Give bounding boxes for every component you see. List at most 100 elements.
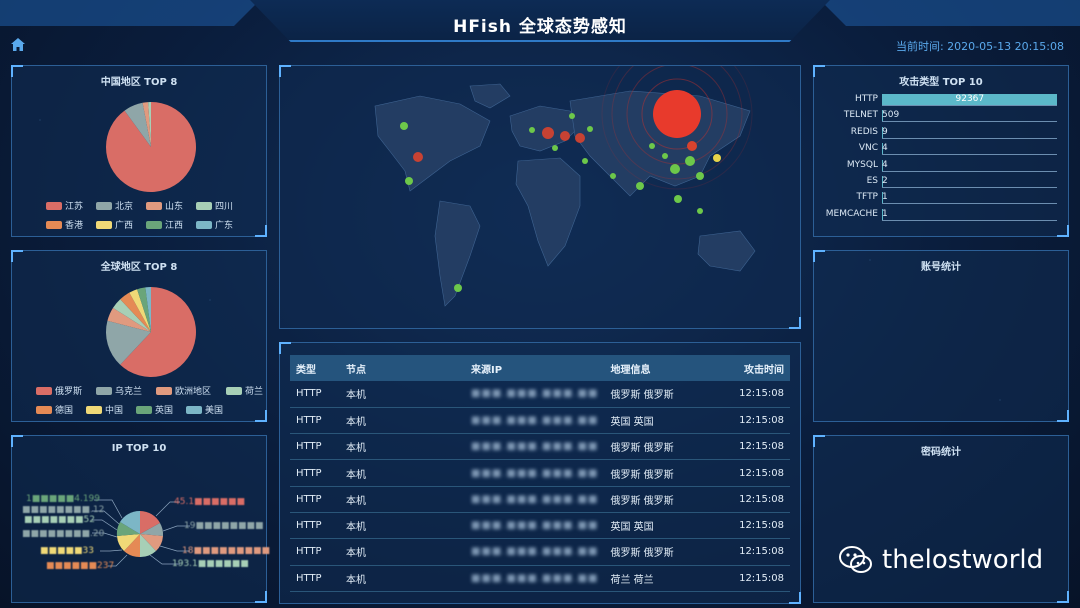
- attack-type-label: MEMCACHE: [825, 208, 878, 219]
- legend-item[interactable]: 中国: [86, 403, 128, 416]
- ip-pie-slices: [116, 510, 164, 558]
- ip-label: ■■■■■33: [40, 546, 94, 556]
- legend-row: 江苏 北京 山东 四川: [46, 199, 246, 212]
- legend-item[interactable]: 荷兰: [226, 384, 266, 397]
- attack-type-row[interactable]: TFTP 1: [814, 191, 1070, 205]
- watermark: thelostworld: [838, 544, 1043, 576]
- legend-item[interactable]: 广东: [196, 218, 238, 231]
- col-header-time[interactable]: 攻击时间: [719, 355, 790, 381]
- table-row[interactable]: HTTP 本机 ■■■.■■■.■■■.■■ 英国 英国 12:15:08: [290, 407, 790, 435]
- home-icon[interactable]: [11, 38, 25, 51]
- attack-hotspot-russia[interactable]: [653, 90, 701, 138]
- ip-label: 45.1■■■■■■: [174, 497, 246, 507]
- attack-type-axis: [882, 170, 1057, 172]
- attack-types-bar-chart: HTTP 92367 TELNET 509 REDIS 9 VNC 4 MYSQL 4 ES 2 TFT…: [814, 93, 1070, 233]
- attack-type-axis: [882, 154, 1057, 156]
- table-row[interactable]: HTTP 本机 ■■■.■■■.■■■.■■ 荷兰 荷兰 12:15:08: [290, 565, 790, 592]
- attack-type-value: 4: [882, 143, 888, 154]
- password-stats-title: 密码统计: [921, 447, 961, 458]
- attack-type-label: REDIS: [850, 126, 878, 137]
- table-row[interactable]: HTTP 本机 ■■■.■■■.■■■.■■ 俄罗斯 俄罗斯 12:15:08: [290, 459, 790, 487]
- attack-type-value: 1: [882, 208, 888, 219]
- legend-item[interactable]: 江苏: [46, 199, 88, 212]
- legend-item[interactable]: 美国: [186, 403, 228, 416]
- attack-type-value: 4: [882, 159, 888, 170]
- world-map-panel: [279, 65, 801, 329]
- ip-label: ■■■■■■237: [46, 561, 115, 571]
- table-row[interactable]: HTTP 本机 ■■■.■■■.■■■.■■ 俄罗斯 俄罗斯 12:15:08: [290, 486, 790, 513]
- ip-label: 18■■■■■■■■■: [182, 546, 270, 556]
- ip-label: 193.1■■■■■■: [172, 559, 249, 569]
- attack-log-panel: 类型 节点 来源IP 地理信息 攻击时间 HTTP 本机 ■■■.■■■.■■■.■…: [279, 342, 801, 604]
- attack-type-row[interactable]: MYSQL 4: [814, 159, 1070, 173]
- legend-item[interactable]: 俄罗斯: [36, 384, 88, 397]
- attack-type-value: 509: [882, 110, 900, 121]
- clock-label: 当前时间:: [895, 40, 944, 53]
- table-row[interactable]: HTTP 本机 ■■■.■■■.■■■.■■ 俄罗斯 俄罗斯 12:15:08: [290, 433, 790, 461]
- col-header-node[interactable]: 节点: [340, 355, 465, 381]
- account-stats-panel: 账号统计: [813, 250, 1069, 422]
- attack-type-label: TELNET: [843, 110, 878, 121]
- attack-type-axis: [882, 121, 1057, 123]
- col-header-geo[interactable]: 地理信息: [604, 355, 720, 381]
- ip-label: 1■■■■■4.199: [26, 494, 101, 504]
- wechat-icon: [839, 546, 872, 573]
- ip-label: ■■■■■■■52: [24, 515, 95, 525]
- china-top8-panel: 中国地区 TOP 8 江苏 北京 山东 四川 香港 广西 江西 广东: [11, 65, 267, 237]
- attack-type-axis: [882, 187, 1057, 188]
- ip-top10-panel: IP TOP 10 1■■■■■4.199 ■■■■■■■■.12 ■■■■■■…: [11, 435, 270, 603]
- ip-label: ■■■■■■■■.12: [22, 505, 105, 515]
- attack-type-axis: [882, 219, 1057, 221]
- north-america: [374, 95, 491, 192]
- table-row[interactable]: HTTP 本机 ■■■.■■■.■■■.■■ 俄罗斯 俄罗斯 12:15:08: [290, 381, 790, 408]
- legend-item[interactable]: 英国: [136, 403, 178, 416]
- attack-type-row[interactable]: HTTP 92367: [814, 93, 1070, 107]
- watermark-text: thelostworld: [882, 545, 1044, 575]
- legend-item[interactable]: 德国: [36, 403, 78, 416]
- attack-log-body: HTTP 本机 ■■■.■■■.■■■.■■ 俄罗斯 俄罗斯 12:15:08 HTTP…: [290, 381, 790, 592]
- clock-value: 2020-05-13 20:15:08: [947, 40, 1064, 53]
- table-row[interactable]: HTTP 本机 ■■■.■■■.■■■.■■ 英国 英国 12:15:08: [290, 512, 790, 540]
- table-row[interactable]: HTTP 本机 ■■■.■■■.■■■.■■ 俄罗斯 俄罗斯 12:15:08: [290, 538, 790, 566]
- account-stats-title: 账号统计: [921, 262, 961, 273]
- attack-type-row[interactable]: MEMCACHE 1: [814, 208, 1070, 222]
- attack-types-panel: 攻击类型 TOP 10 HTTP 92367 TELNET 509 REDIS 9 VNC 4…: [813, 65, 1069, 237]
- col-header-type[interactable]: 类型: [290, 355, 340, 381]
- attack-types-title: 攻击类型 TOP 10: [899, 77, 983, 88]
- attack-type-row[interactable]: REDIS 9: [814, 126, 1070, 140]
- world-map: [374, 66, 756, 307]
- table-header-row: 类型 节点 来源IP 地理信息 攻击时间: [290, 355, 790, 381]
- current-time: 当前时间: 2020-05-13 20:15:08: [896, 38, 1064, 54]
- legend-item[interactable]: 江西: [146, 218, 188, 231]
- password-stats-panel: 密码统计: [813, 435, 1069, 603]
- attack-type-value: 9: [882, 126, 888, 137]
- attack-type-axis: [882, 105, 1057, 106]
- page-title: HFish 全球态势感知: [453, 17, 627, 37]
- attack-type-row[interactable]: VNC 4: [814, 142, 1070, 156]
- attack-type-label: TFTP: [856, 192, 878, 203]
- attack-type-label: MYSQL: [846, 159, 878, 170]
- attack-type-value: 2: [882, 176, 888, 186]
- legend-item[interactable]: 欧洲地区: [156, 384, 218, 397]
- attack-type-row[interactable]: TELNET 509: [814, 109, 1070, 123]
- attack-type-axis: [882, 203, 1057, 205]
- greenland: [469, 83, 511, 109]
- legend-item[interactable]: 香港: [46, 218, 88, 231]
- legend-row: 香港 广西 江西 广东: [46, 218, 246, 231]
- attack-type-label: VNC: [858, 143, 878, 154]
- attack-type-label: ES: [866, 176, 878, 186]
- legend-item[interactable]: 北京: [96, 199, 138, 212]
- col-header-source-ip[interactable]: 来源IP: [465, 355, 605, 381]
- legend-row: 俄罗斯 乌克兰 欧洲地区 荷兰: [36, 384, 266, 397]
- attack-type-row[interactable]: ES 2: [814, 175, 1070, 189]
- legend-item[interactable]: 乌克兰: [96, 384, 148, 397]
- attack-type-value: 1: [882, 192, 888, 203]
- china-legend: 江苏 北京 山东 四川 香港 广西 江西 广东: [46, 199, 246, 237]
- legend-item[interactable]: 四川: [196, 199, 238, 212]
- africa: [515, 157, 581, 267]
- legend-item[interactable]: 广西: [96, 218, 138, 231]
- attack-type-label: HTTP: [854, 94, 878, 104]
- legend-row: 德国 中国 英国 美国: [36, 403, 266, 416]
- legend-item[interactable]: 山东: [146, 199, 188, 212]
- attack-log-table: 类型 节点 来源IP 地理信息 攻击时间 HTTP 本机 ■■■.■■■.■■■.■…: [290, 355, 790, 592]
